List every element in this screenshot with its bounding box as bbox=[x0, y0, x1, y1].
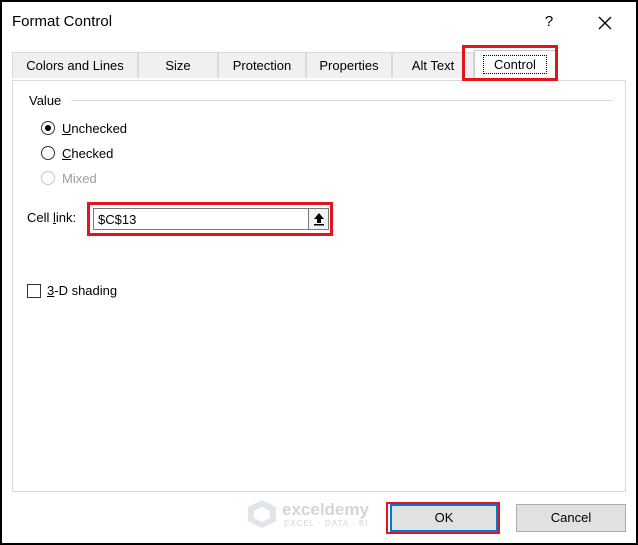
radio-unchecked[interactable]: Unchecked bbox=[41, 119, 127, 137]
tab-size[interactable]: Size bbox=[138, 52, 218, 78]
control-tab-panel: Value Unchecked Checked Mixed Cell link: bbox=[12, 80, 626, 492]
radio-checked[interactable]: Checked bbox=[41, 144, 113, 162]
close-button[interactable] bbox=[592, 10, 618, 36]
radio-button bbox=[41, 171, 55, 185]
cell-link-label: Cell link: bbox=[27, 210, 77, 225]
watermark-name: exceldemy bbox=[282, 500, 369, 519]
help-button[interactable]: ? bbox=[538, 10, 560, 34]
radio-mixed: Mixed bbox=[41, 169, 97, 187]
cancel-button[interactable]: Cancel bbox=[516, 504, 626, 532]
shading-checkbox-row[interactable]: 3-D shading bbox=[27, 283, 117, 298]
tab-label: Colors and Lines bbox=[26, 58, 124, 73]
ok-button[interactable]: OK bbox=[390, 504, 498, 532]
radio-label: Unchecked bbox=[62, 120, 128, 136]
collapse-dialog-button[interactable] bbox=[309, 208, 329, 230]
radio-button[interactable] bbox=[41, 121, 55, 135]
tab-properties[interactable]: Properties bbox=[306, 52, 392, 78]
radio-label: Mixed bbox=[62, 170, 97, 186]
group-divider bbox=[71, 100, 613, 101]
tab-protection[interactable]: Protection bbox=[218, 52, 306, 78]
tab-label: Protection bbox=[232, 58, 292, 73]
close-icon bbox=[598, 16, 612, 30]
tab-label: Size bbox=[165, 58, 191, 73]
watermark: exceldemy EXCEL · DATA · BI bbox=[246, 496, 396, 532]
radio-button[interactable] bbox=[41, 146, 55, 160]
shading-checkbox[interactable] bbox=[27, 283, 41, 298]
watermark-tagline: EXCEL · DATA · BI bbox=[284, 519, 369, 528]
tab-label: Properties bbox=[319, 58, 379, 73]
upload-arrow-icon bbox=[313, 213, 324, 226]
radio-label: Checked bbox=[62, 145, 114, 161]
dialog-title: Format Control bbox=[12, 13, 113, 30]
shading-label: 3-D shading bbox=[47, 283, 118, 298]
format-control-dialog: Format Control ? Colors and Lines Size P… bbox=[2, 2, 636, 543]
tab-colors-and-lines[interactable]: Colors and Lines bbox=[12, 52, 138, 78]
value-group-label: Value bbox=[29, 93, 62, 108]
cell-link-input[interactable] bbox=[93, 208, 309, 230]
exceldemy-logo-icon bbox=[248, 500, 276, 528]
tab-highlight-annotation bbox=[462, 45, 558, 81]
cell-link-highlight-annotation bbox=[87, 202, 333, 236]
tab-label: Alt Text bbox=[411, 58, 455, 73]
